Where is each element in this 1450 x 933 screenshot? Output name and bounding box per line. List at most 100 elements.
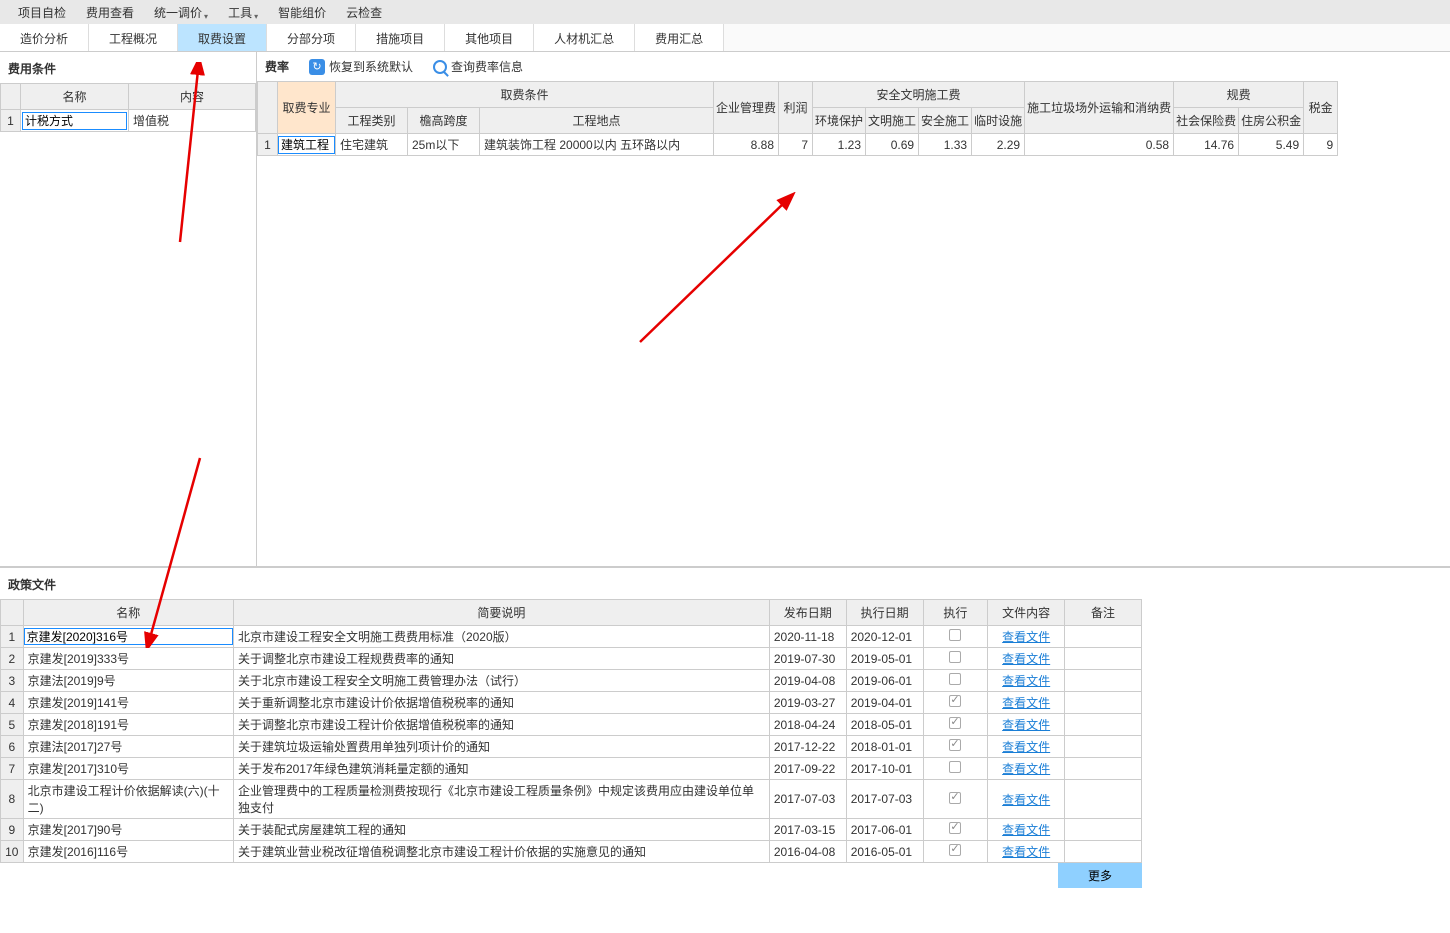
cell-name[interactable]: 京建发[2018]191号 [23, 714, 233, 736]
view-file-link[interactable]: 查看文件 [988, 780, 1065, 819]
tab-project-overview[interactable]: 工程概况 [89, 24, 178, 51]
cell-desc[interactable]: 关于装配式房屋建筑工程的通知 [233, 819, 769, 841]
cell-civil[interactable]: 0.69 [866, 134, 919, 156]
query-rate-info[interactable]: 查询费率信息 [433, 58, 523, 75]
checkbox-icon[interactable] [949, 695, 961, 707]
cell-desc[interactable]: 北京市建设工程安全文明施工费费用标准（2020版） [233, 626, 769, 648]
cell-remark[interactable] [1065, 758, 1142, 780]
cell-desc[interactable]: 关于调整北京市建设工程计价依据增值税税率的通知 [233, 714, 769, 736]
policy-row[interactable]: 3京建法[2019]9号关于北京市建设工程安全文明施工费管理办法（试行）2019… [1, 670, 1142, 692]
cell-trash[interactable]: 0.58 [1025, 134, 1174, 156]
cond-row[interactable]: 1 增值税 [1, 110, 256, 132]
menu-item-cloud-check[interactable]: 云检查 [336, 4, 392, 21]
cell-temp[interactable]: 2.29 [972, 134, 1025, 156]
view-file-link[interactable]: 查看文件 [988, 819, 1065, 841]
cell-exec[interactable]: 2016-05-01 [846, 841, 923, 863]
cell-name[interactable]: 京建法[2017]27号 [23, 736, 233, 758]
checkbox-icon[interactable] [949, 629, 961, 641]
cell-safe[interactable]: 1.33 [919, 134, 972, 156]
view-file-link[interactable]: 查看文件 [988, 758, 1065, 780]
cell-desc[interactable]: 关于重新调整北京市建设计价依据增值税税率的通知 [233, 692, 769, 714]
tab-other[interactable]: 其他项目 [445, 24, 534, 51]
cell-remark[interactable] [1065, 714, 1142, 736]
cell-housing[interactable]: 5.49 [1239, 134, 1304, 156]
major-input[interactable] [278, 136, 335, 154]
menu-item-smart[interactable]: 智能组价 [268, 4, 336, 21]
cell-execute[interactable] [923, 780, 988, 819]
cell-type[interactable]: 住宅建筑 [336, 134, 408, 156]
cell-remark[interactable] [1065, 780, 1142, 819]
policy-row[interactable]: 8北京市建设工程计价依据解读(六)(十二)企业管理费中的工程质量检测费按现行《北… [1, 780, 1142, 819]
cell-remark[interactable] [1065, 841, 1142, 863]
cell-mgmt[interactable]: 8.88 [714, 134, 779, 156]
cell-remark[interactable] [1065, 736, 1142, 758]
checkbox-icon[interactable] [949, 717, 961, 729]
cell-pub[interactable]: 2019-07-30 [769, 648, 846, 670]
cell-name[interactable]: 京建法[2019]9号 [23, 670, 233, 692]
cell-pub[interactable]: 2017-03-15 [769, 819, 846, 841]
cell-execute[interactable] [923, 841, 988, 863]
tab-fee-summary[interactable]: 费用汇总 [635, 24, 724, 51]
cell-remark[interactable] [1065, 819, 1142, 841]
cell-pub[interactable]: 2016-04-08 [769, 841, 846, 863]
cell-exec[interactable]: 2018-01-01 [846, 736, 923, 758]
cell-execute[interactable] [923, 648, 988, 670]
policy-row[interactable]: 9京建发[2017]90号关于装配式房屋建筑工程的通知2017-03-15201… [1, 819, 1142, 841]
cell-pub[interactable]: 2017-12-22 [769, 736, 846, 758]
checkbox-icon[interactable] [949, 844, 961, 856]
cell-pub[interactable]: 2018-04-24 [769, 714, 846, 736]
cell-tax[interactable]: 9 [1304, 134, 1338, 156]
cell-execute[interactable] [923, 626, 988, 648]
checkbox-icon[interactable] [949, 673, 961, 685]
cell-exec[interactable]: 2017-06-01 [846, 819, 923, 841]
cell-execute[interactable] [923, 736, 988, 758]
cell-pub[interactable]: 2017-09-22 [769, 758, 846, 780]
cell-remark[interactable] [1065, 648, 1142, 670]
cell-name[interactable]: 京建发[2019]333号 [23, 648, 233, 670]
cell-span[interactable]: 25m以下 [408, 134, 480, 156]
cell-pub[interactable]: 2019-04-08 [769, 670, 846, 692]
cell-desc[interactable]: 关于建筑业营业税改征增值税调整北京市建设工程计价依据的实施意见的通知 [233, 841, 769, 863]
reset-to-default[interactable]: ↻ 恢复到系统默认 [309, 58, 413, 75]
cell-execute[interactable] [923, 692, 988, 714]
cell-exec[interactable]: 2019-06-01 [846, 670, 923, 692]
tab-rcj[interactable]: 人材机汇总 [534, 24, 635, 51]
policy-row[interactable]: 7京建发[2017]310号关于发布2017年绿色建筑消耗量定额的通知2017-… [1, 758, 1142, 780]
view-file-link[interactable]: 查看文件 [988, 714, 1065, 736]
cell-desc[interactable]: 关于建筑垃圾运输处置费用单独列项计价的通知 [233, 736, 769, 758]
policy-row[interactable]: 2京建发[2019]333号关于调整北京市建设工程规费费率的通知2019-07-… [1, 648, 1142, 670]
tab-price-analysis[interactable]: 造价分析 [0, 24, 89, 51]
cell-name[interactable]: 京建发[2019]141号 [23, 692, 233, 714]
policy-row[interactable]: 10京建发[2016]116号关于建筑业营业税改征增值税调整北京市建设工程计价依… [1, 841, 1142, 863]
cell-remark[interactable] [1065, 692, 1142, 714]
tab-fee-setting[interactable]: 取费设置 [178, 24, 267, 51]
view-file-link[interactable]: 查看文件 [988, 626, 1065, 648]
checkbox-icon[interactable] [949, 822, 961, 834]
cell-env[interactable]: 1.23 [813, 134, 866, 156]
checkbox-icon[interactable] [949, 651, 961, 663]
cond-content-cell[interactable]: 增值税 [129, 110, 256, 132]
cell-exec[interactable]: 2020-12-01 [846, 626, 923, 648]
cell-exec[interactable]: 2017-07-03 [846, 780, 923, 819]
cell-pub[interactable]: 2020-11-18 [769, 626, 846, 648]
cell-pub[interactable]: 2019-03-27 [769, 692, 846, 714]
cell-name[interactable]: 京建发[2017]310号 [23, 758, 233, 780]
policy-row[interactable]: 4京建发[2019]141号关于重新调整北京市建设计价依据增值税税率的通知201… [1, 692, 1142, 714]
checkbox-icon[interactable] [949, 739, 961, 751]
cell-desc[interactable]: 关于发布2017年绿色建筑消耗量定额的通知 [233, 758, 769, 780]
checkbox-icon[interactable] [949, 792, 961, 804]
cell-name[interactable]: 北京市建设工程计价依据解读(六)(十二) [23, 780, 233, 819]
cell-pub[interactable]: 2017-07-03 [769, 780, 846, 819]
view-file-link[interactable]: 查看文件 [988, 648, 1065, 670]
view-file-link[interactable]: 查看文件 [988, 736, 1065, 758]
checkbox-icon[interactable] [949, 761, 961, 773]
cond-name-input[interactable] [22, 112, 127, 130]
policy-row[interactable]: 1北京市建设工程安全文明施工费费用标准（2020版）2020-11-182020… [1, 626, 1142, 648]
tab-measure[interactable]: 措施项目 [356, 24, 445, 51]
cell-remark[interactable] [1065, 670, 1142, 692]
cell-execute[interactable] [923, 714, 988, 736]
cell-exec[interactable]: 2018-05-01 [846, 714, 923, 736]
cell-exec[interactable]: 2017-10-01 [846, 758, 923, 780]
cell-profit[interactable]: 7 [779, 134, 813, 156]
rate-row[interactable]: 1 住宅建筑 25m以下 建筑装饰工程 20000以内 五环路以内 8.88 7… [258, 134, 1338, 156]
